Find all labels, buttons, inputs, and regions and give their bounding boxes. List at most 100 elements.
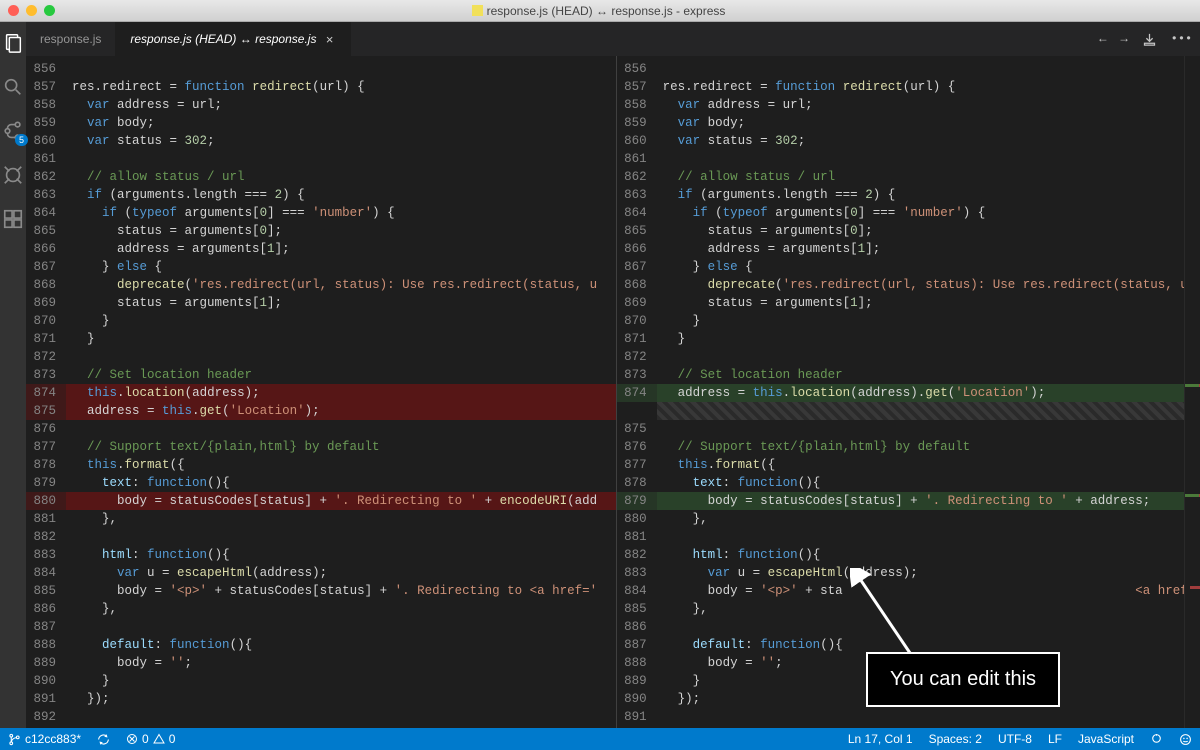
minimize-window-button[interactable] (26, 5, 37, 16)
close-window-button[interactable] (8, 5, 19, 16)
code-line[interactable] (657, 618, 1185, 636)
code-line[interactable]: status = arguments[1]; (657, 294, 1185, 312)
code-line: address = arguments[1]; (66, 240, 616, 258)
overview-ruler[interactable] (1184, 56, 1200, 728)
debug-icon[interactable] (0, 162, 26, 188)
indentation-item[interactable]: Spaces: 2 (921, 732, 990, 746)
extensions-icon[interactable] (0, 206, 26, 232)
code-line (66, 348, 616, 366)
code-line[interactable]: status = arguments[0]; (657, 222, 1185, 240)
code-line[interactable]: var u = escapeHtml(address); (657, 564, 1185, 582)
problems-item[interactable]: 0 0 (118, 732, 183, 746)
code-line[interactable]: // allow status / url (657, 168, 1185, 186)
code-line[interactable]: } else { (657, 258, 1185, 276)
window-title: response.js (HEAD) ↔ response.js - expre… (55, 4, 1142, 18)
code-line[interactable]: // Support text/{plain,html} by default (657, 438, 1185, 456)
line-gutter: 8568578588598608618628638648658668678688… (617, 56, 657, 728)
annotation-callout: You can edit this (866, 652, 1060, 707)
code-line: // Respond (66, 726, 616, 728)
code-line: status = arguments[1]; (66, 294, 616, 312)
code-line: }, (66, 600, 616, 618)
code-line[interactable]: var status = 302; (657, 132, 1185, 150)
code-line: // allow status / url (66, 168, 616, 186)
editor-group: response.js response.js (HEAD) ↔ respons… (26, 22, 1200, 728)
cursor-position-item[interactable]: Ln 17, Col 1 (840, 732, 921, 746)
tab-response-js[interactable]: response.js (26, 22, 116, 56)
code-line[interactable] (657, 708, 1185, 726)
code-line[interactable]: }, (657, 510, 1185, 528)
code-line[interactable] (657, 348, 1185, 366)
code-line[interactable]: // Respond (657, 726, 1185, 728)
git-branch-item[interactable]: c12cc883* (0, 732, 89, 746)
code-line: // Support text/{plain,html} by default (66, 438, 616, 456)
code-line: this.format({ (66, 456, 616, 474)
tab-label: response.js (40, 32, 101, 46)
code-line: body = '<p>' + statusCodes[status] + '. … (66, 582, 616, 600)
code-line: address = this.get('Location'); (66, 402, 616, 420)
code-line: deprecate('res.redirect(url, status): Us… (66, 276, 616, 294)
eol-item[interactable]: LF (1040, 732, 1070, 746)
open-changes-icon[interactable] (1142, 32, 1157, 47)
code-line (66, 60, 616, 78)
more-actions-icon[interactable]: ••• (1171, 32, 1193, 46)
code-line[interactable] (657, 420, 1185, 438)
callout-arrow (850, 568, 920, 658)
code-line[interactable] (657, 60, 1185, 78)
code-line[interactable]: // Set location header (657, 366, 1185, 384)
code-line[interactable]: address = arguments[1]; (657, 240, 1185, 258)
code-line[interactable]: address = this.location(address).get('Lo… (657, 384, 1185, 402)
callout-text: You can edit this (890, 668, 1036, 690)
language-mode-item[interactable]: JavaScript (1070, 732, 1142, 746)
code-line[interactable]: this.format({ (657, 456, 1185, 474)
code-line[interactable]: if (arguments.length === 2) { (657, 186, 1185, 204)
git-sync-item[interactable] (89, 733, 118, 746)
code-line[interactable]: } (657, 330, 1185, 348)
code-line[interactable]: html: function(){ (657, 546, 1185, 564)
code-line: } (66, 330, 616, 348)
code-line[interactable]: if (typeof arguments[0] === 'number') { (657, 204, 1185, 222)
code-line[interactable]: text: function(){ (657, 474, 1185, 492)
search-icon[interactable] (0, 74, 26, 100)
code-modified[interactable]: res.redirect = function redirect(url) { … (657, 56, 1185, 728)
close-tab-icon[interactable]: × (322, 32, 336, 46)
code-line: // Set location header (66, 366, 616, 384)
code-line: text: function(){ (66, 474, 616, 492)
code-line: default: function(){ (66, 636, 616, 654)
smiley-icon[interactable] (1171, 733, 1200, 746)
code-line[interactable]: deprecate('res.redirect(url, status): Us… (657, 276, 1185, 294)
status-bar: c12cc883* 0 0 Ln 17, Col 1 Spaces: 2 UTF… (0, 728, 1200, 750)
code-line[interactable]: res.redirect = function redirect(url) { (657, 78, 1185, 96)
code-line[interactable] (657, 528, 1185, 546)
code-line: }); (66, 690, 616, 708)
code-line: body = statusCodes[status] + '. Redirect… (66, 492, 616, 510)
code-line[interactable]: body = '<p>' + sta <a href=' (657, 582, 1185, 600)
code-line: status = arguments[0]; (66, 222, 616, 240)
window-titlebar: response.js (HEAD) ↔ response.js - expre… (0, 0, 1200, 22)
code-line: var address = url; (66, 96, 616, 114)
editor-tabs: response.js response.js (HEAD) ↔ respons… (26, 22, 1200, 56)
nav-forward-icon[interactable]: → (1120, 32, 1127, 46)
code-line[interactable] (657, 402, 1185, 420)
code-line[interactable]: } (657, 312, 1185, 330)
line-gutter: 8568578588598608618628638648658668678688… (26, 56, 66, 728)
code-line: this.location(address); (66, 384, 616, 402)
source-control-icon[interactable]: 5 (0, 118, 26, 144)
tab-diff-response-js[interactable]: response.js (HEAD) ↔ response.js × (116, 22, 351, 56)
nav-back-icon[interactable]: ← (1099, 32, 1106, 46)
feedback-icon[interactable] (1142, 733, 1171, 746)
code-line[interactable]: var body; (657, 114, 1185, 132)
code-line[interactable]: var address = url; (657, 96, 1185, 114)
zoom-window-button[interactable] (44, 5, 55, 16)
encoding-item[interactable]: UTF-8 (990, 732, 1040, 746)
code-line[interactable]: body = statusCodes[status] + '. Redirect… (657, 492, 1185, 510)
traffic-lights (8, 5, 55, 16)
explorer-icon[interactable] (0, 30, 26, 56)
code-line[interactable]: }, (657, 600, 1185, 618)
code-line (66, 150, 616, 168)
code-line[interactable] (657, 150, 1185, 168)
code-line (66, 420, 616, 438)
tab-label: response.js (HEAD) ↔ response.js (130, 32, 316, 46)
code-original: res.redirect = function redirect(url) { … (66, 56, 616, 728)
window-title-text: response.js (HEAD) ↔ response.js - expre… (487, 4, 726, 18)
code-line: }, (66, 510, 616, 528)
